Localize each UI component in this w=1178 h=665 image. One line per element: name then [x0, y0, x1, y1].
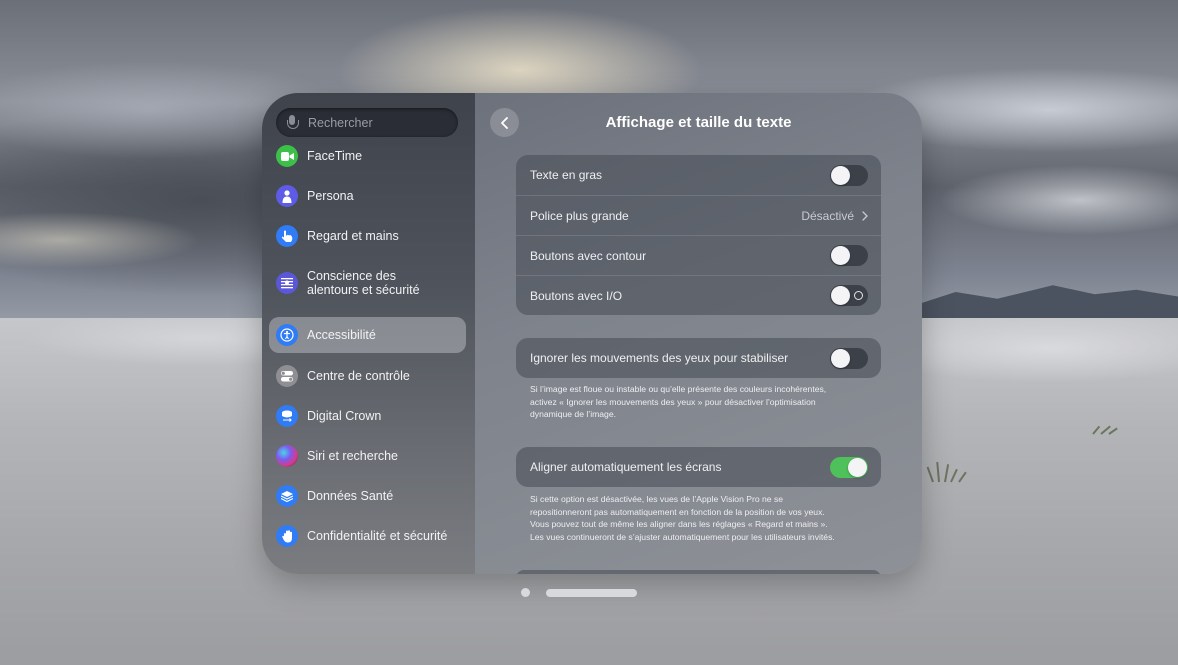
footnote-line: repositionneront pas automatiquement en …	[530, 506, 825, 517]
row-texte-en-gras: Texte en gras	[516, 155, 881, 195]
facetime-icon	[276, 145, 298, 167]
toggle-knob	[831, 246, 850, 265]
sidebar-item-persona[interactable]: Persona	[269, 178, 466, 214]
text-options-group: Texte en gras Police plus grande Désacti…	[516, 155, 881, 315]
sidebar-item-donnees-sante[interactable]: Données Santé	[269, 478, 466, 514]
larger-text-link[interactable]: Désactivé	[801, 209, 868, 223]
privacy-hand-icon	[276, 525, 298, 547]
window-controls	[521, 588, 637, 597]
footnote-line: Si cette option est désactivée, les vues…	[530, 494, 784, 504]
sidebar-item-label: Regard et mains	[307, 229, 399, 243]
auto-align-displays-toggle[interactable]	[830, 456, 868, 478]
larger-text-value: Désactivé	[801, 208, 854, 223]
chevron-right-icon	[862, 210, 868, 221]
row-boutons-avec-io: Boutons avec I/O	[516, 275, 881, 315]
row-label: Boutons avec I/O	[530, 288, 623, 303]
settings-window: FaceTime Persona Regard et mains Conscie…	[262, 93, 922, 574]
row-aligner-automatiquement: Aligner automatiquement les écrans	[516, 447, 881, 487]
sidebar-item-label: Centre de contrôle	[307, 369, 410, 383]
row-label: Boutons avec contour	[530, 248, 647, 263]
label-line: Conscience des	[307, 269, 396, 283]
control-center-icon	[276, 365, 298, 387]
next-group-edge	[516, 570, 881, 574]
page-title: Affichage et taille du texte	[605, 114, 792, 131]
eye-stabilize-group: Ignorer les mouvements des yeux pour sta…	[516, 338, 881, 378]
bold-text-toggle[interactable]	[830, 164, 868, 186]
search-field[interactable]	[276, 108, 458, 137]
footnote-line: Vous pouvez tout de même les aligner dan…	[530, 519, 828, 529]
footnote-line: dynamique de l’image.	[530, 409, 616, 419]
desert-plant	[1088, 414, 1128, 435]
sidebar: FaceTime Persona Regard et mains Conscie…	[262, 93, 475, 574]
sidebar-item-siri-et-recherche[interactable]: Siri et recherche	[269, 438, 466, 474]
auto-align-group: Aligner automatiquement les écrans	[516, 447, 881, 487]
ignore-eye-movements-toggle[interactable]	[830, 347, 868, 369]
toggle-knob	[831, 348, 850, 368]
sidebar-item-conscience-des-alentours[interactable]: Conscience des alentours et sécurité	[269, 258, 466, 308]
persona-icon	[276, 185, 298, 207]
row-ignorer-mouvements-yeux: Ignorer les mouvements des yeux pour sta…	[516, 338, 881, 378]
health-data-icon	[276, 485, 298, 507]
eye-stabilize-footnote: Si l’image est floue ou instable ou qu’e…	[530, 383, 870, 421]
digital-crown-icon	[276, 405, 298, 427]
sidebar-item-facetime[interactable]: FaceTime	[269, 138, 466, 174]
row-label: Texte en gras	[530, 168, 603, 182]
siri-icon	[276, 445, 298, 467]
sidebar-item-label: Confidentialité et sécurité	[307, 529, 448, 543]
window-grab-bar[interactable]	[546, 588, 637, 597]
sidebar-item-label: Siri et recherche	[307, 449, 399, 463]
row-label: Police plus grande	[530, 208, 629, 223]
microphone-icon[interactable]	[286, 114, 299, 131]
label-line: alentours et sécurité	[307, 283, 420, 297]
toggle-knob	[848, 457, 867, 477]
button-shapes-toggle[interactable]	[830, 245, 868, 266]
sidebar-item-regard-et-mains[interactable]: Regard et mains	[269, 218, 466, 254]
desert-plant	[926, 461, 968, 483]
sidebar-item-digital-crown[interactable]: Digital Crown	[269, 398, 466, 434]
row-boutons-avec-contour: Boutons avec contour	[516, 235, 881, 275]
sidebar-item-label: Digital Crown	[307, 409, 382, 423]
row-police-plus-grande[interactable]: Police plus grande Désactivé	[516, 195, 881, 235]
footnote-line: Si l’image est floue ou instable ou qu’e…	[530, 384, 827, 394]
sidebar-item-label: Données Santé	[307, 489, 394, 503]
sidebar-item-accessibilite[interactable]: Accessibilité	[269, 317, 466, 353]
row-label: Aligner automatiquement les écrans	[530, 460, 722, 474]
sidebar-item-centre-de-controle[interactable]: Centre de contrôle	[269, 358, 466, 394]
sidebar-item-label: Persona	[307, 189, 354, 203]
footnote-line: activez « Ignorer les mouvements des yeu…	[530, 396, 816, 407]
sidebar-item-label: Conscience des alentours et sécurité	[307, 269, 420, 297]
toggle-knob	[831, 165, 850, 185]
sidebar-item-confidentialite-et-securite[interactable]: Confidentialité et sécurité	[269, 518, 466, 554]
search-input[interactable]	[308, 115, 448, 130]
toggle-knob	[831, 286, 850, 305]
sidebar-item-label: Accessibilité	[307, 328, 376, 342]
surroundings-icon	[276, 272, 298, 294]
row-label: Ignorer les mouvements des yeux pour sta…	[530, 351, 789, 365]
detail-pane: Affichage et taille du texte Texte en gr…	[475, 93, 922, 574]
accessibility-icon	[276, 324, 298, 346]
on-off-labels-toggle[interactable]	[830, 285, 868, 306]
sidebar-item-label: FaceTime	[307, 149, 363, 163]
footnote-line: Les vues continueront de s’ajuster autom…	[530, 531, 835, 542]
close-dot-button[interactable]	[521, 588, 530, 597]
hand-pointer-icon	[276, 225, 298, 247]
auto-align-footnote: Si cette option est désactivée, les vues…	[530, 493, 870, 543]
off-label-ring-icon	[854, 291, 863, 300]
